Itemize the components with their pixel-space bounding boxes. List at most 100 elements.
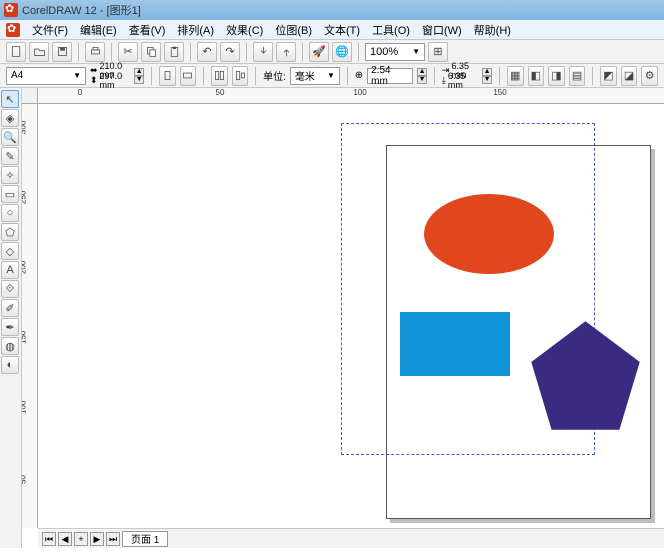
interactive-blend-tool[interactable]: ⟐	[1, 280, 19, 298]
undo-button[interactable]: ↶	[197, 42, 217, 62]
nudge-spinner[interactable]: ▲▼	[417, 68, 427, 84]
units-combo[interactable]: 毫米 ▼	[290, 67, 340, 85]
menu-arrange[interactable]: 排列(A)	[173, 20, 218, 40]
portrait-button[interactable]	[159, 66, 176, 86]
fill-tool[interactable]: ◍	[1, 337, 19, 355]
drawing-area: 0 50 100 150 300 250 200 150 100 50 ⏮ ◀	[22, 88, 664, 548]
eyedropper-tool[interactable]: ✐	[1, 299, 19, 317]
page-dimensions: ⬌210.0 mm ⬍297.0 mm	[90, 66, 130, 86]
canvas[interactable]	[38, 104, 664, 528]
menu-text[interactable]: 文本(T)	[320, 20, 364, 40]
separator	[78, 43, 79, 61]
menu-effects[interactable]: 效果(C)	[222, 20, 267, 40]
window-title: CorelDRAW 12 - [图形1]	[22, 2, 141, 18]
opt3-button[interactable]: ◨	[548, 66, 565, 86]
ellipse-tool[interactable]: ○	[1, 204, 19, 222]
snap-button[interactable]: ⊞	[428, 42, 448, 62]
vertical-ruler[interactable]: 300 250 200 150 100 50	[22, 104, 38, 528]
separator	[434, 67, 435, 85]
basic-shapes-tool[interactable]: ◇	[1, 242, 19, 260]
new-button[interactable]	[6, 42, 26, 62]
doc-system-icon[interactable]	[6, 23, 20, 37]
shape-pentagon[interactable]	[528, 319, 643, 432]
separator	[111, 43, 112, 61]
options-button[interactable]: ⚙	[641, 66, 658, 86]
separator	[246, 43, 247, 61]
zoom-value: 100%	[370, 46, 398, 58]
separator	[203, 67, 204, 85]
horizontal-ruler[interactable]: 0 50 100 150	[38, 88, 664, 104]
units-label: 单位:	[263, 68, 286, 83]
separator	[302, 43, 303, 61]
freehand-tool[interactable]: ✎	[1, 147, 19, 165]
nudge-input[interactable]: 2.54 mm	[367, 68, 413, 84]
menu-tools[interactable]: 工具(O)	[368, 20, 414, 40]
nudge-icon: ⊕	[355, 70, 363, 81]
paper-size-combo[interactable]: A4 ▼	[6, 67, 86, 85]
prev-page-button[interactable]: ◀	[58, 532, 72, 546]
next-page-button[interactable]: ▶	[90, 532, 104, 546]
dropdown-arrow-icon: ▼	[73, 71, 81, 80]
work-area: ↖ ◈ 🔍 ✎ ✧ ▭ ○ ⬠ ◇ A ⟐ ✐ ✒ ◍ ◐ 0 50 100 1…	[0, 88, 664, 548]
export-button[interactable]	[276, 42, 296, 62]
page-tab-strip: ⏮ ◀ + ▶ ⏭ 页面 1	[38, 528, 664, 548]
first-page-button[interactable]: ⏮	[42, 532, 56, 546]
menu-edit[interactable]: 编辑(E)	[76, 20, 121, 40]
dup-y[interactable]: 6.35 mm	[448, 72, 478, 90]
save-button[interactable]	[52, 42, 72, 62]
opt2-button[interactable]: ◧	[528, 66, 545, 86]
smart-draw-tool[interactable]: ✧	[1, 166, 19, 184]
menu-help[interactable]: 帮助(H)	[470, 20, 515, 40]
dup-spinner[interactable]: ▲▼	[482, 68, 492, 84]
opt5-button[interactable]: ◩	[600, 66, 617, 86]
last-page-button[interactable]: ⏭	[106, 532, 120, 546]
dup-y-icon: ⤓	[442, 76, 446, 85]
zoom-combo[interactable]: 100% ▼	[365, 43, 425, 61]
width-icon: ⬌	[90, 66, 98, 75]
outline-tool[interactable]: ✒	[1, 318, 19, 336]
menu-bitmap[interactable]: 位图(B)	[271, 20, 316, 40]
pages-same-button[interactable]	[211, 66, 228, 86]
copy-button[interactable]	[141, 42, 161, 62]
pick-tool[interactable]: ↖	[1, 90, 19, 108]
menu-window[interactable]: 窗口(W)	[418, 20, 466, 40]
page-tab[interactable]: 页面 1	[122, 531, 168, 547]
corel-online-button[interactable]: 🌐	[332, 42, 352, 62]
menu-view[interactable]: 查看(V)	[125, 20, 170, 40]
opt1-button[interactable]: ▦	[507, 66, 524, 86]
page-height[interactable]: 297.0 mm	[100, 72, 131, 90]
opt6-button[interactable]: ◪	[621, 66, 638, 86]
print-button[interactable]	[85, 42, 105, 62]
open-button[interactable]	[29, 42, 49, 62]
title-bar: CorelDRAW 12 - [图形1]	[0, 0, 664, 20]
separator	[592, 67, 593, 85]
shape-rectangle[interactable]	[400, 312, 510, 376]
dim-spinner[interactable]: ▲▼	[134, 68, 144, 84]
text-tool[interactable]: A	[1, 261, 19, 279]
pages-diff-button[interactable]	[232, 66, 249, 86]
height-icon: ⬍	[90, 76, 98, 85]
cut-button[interactable]: ✂	[118, 42, 138, 62]
separator	[255, 67, 256, 85]
dropdown-arrow-icon: ▼	[412, 47, 420, 56]
opt4-button[interactable]: ▤	[569, 66, 586, 86]
add-page-before-button[interactable]: +	[74, 532, 88, 546]
polygon-tool[interactable]: ⬠	[1, 223, 19, 241]
zoom-tool[interactable]: 🔍	[1, 128, 19, 146]
shape-ellipse[interactable]	[424, 194, 554, 274]
separator	[358, 43, 359, 61]
paste-button[interactable]	[164, 42, 184, 62]
menu-file[interactable]: 文件(F)	[28, 20, 72, 40]
shape-tool[interactable]: ◈	[1, 109, 19, 127]
import-button[interactable]	[253, 42, 273, 62]
app-launcher-button[interactable]: 🚀	[309, 42, 329, 62]
menu-bar: 文件(F) 编辑(E) 查看(V) 排列(A) 效果(C) 位图(B) 文本(T…	[0, 20, 664, 40]
rectangle-tool[interactable]: ▭	[1, 185, 19, 203]
interactive-fill-tool[interactable]: ◐	[1, 356, 19, 374]
redo-button[interactable]: ↷	[220, 42, 240, 62]
separator	[347, 67, 348, 85]
separator	[190, 43, 191, 61]
ruler-origin[interactable]	[22, 88, 38, 104]
duplicate-offset: ⇥6.35 mm ⤓6.35 mm	[442, 66, 478, 86]
landscape-button[interactable]	[180, 66, 197, 86]
